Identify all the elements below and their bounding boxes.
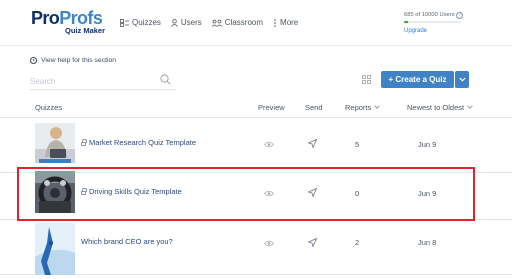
search-input[interactable]: [30, 72, 150, 91]
nav-more[interactable]: More: [273, 18, 298, 27]
search-icon[interactable]: [160, 74, 171, 85]
user-icon: [171, 18, 178, 27]
create-options-dropdown[interactable]: [455, 71, 469, 88]
top-navigation-bar: ProProfs Quiz Maker Quizzes Users Classr…: [0, 0, 512, 46]
created-date: Jun 9: [418, 140, 437, 149]
quiz-title: Market Research Quiz Template: [89, 138, 196, 147]
proprofs-logo[interactable]: ProProfs Quiz Maker: [31, 8, 105, 35]
quiz-table-header: Quizzes Preview Send Reports Newest to O…: [0, 98, 512, 118]
chevron-down-icon: [458, 77, 466, 82]
nav-users[interactable]: Users: [171, 18, 202, 27]
chevron-down-icon: [467, 103, 473, 109]
more-dots-icon: [274, 18, 276, 27]
upgrade-link[interactable]: Upgrade: [404, 28, 468, 34]
created-date: Jun 8: [418, 238, 437, 247]
logo-product-name: Quiz Maker: [65, 26, 106, 35]
send-plane-icon[interactable]: [308, 238, 317, 247]
quiz-thumbnail[interactable]: [35, 123, 75, 163]
column-preview: Preview: [258, 103, 285, 112]
selection-highlight-box: [17, 167, 475, 221]
nav-classroom[interactable]: Classroom: [211, 18, 264, 27]
column-reports[interactable]: Reports: [345, 103, 381, 112]
preview-eye-icon[interactable]: [264, 141, 274, 148]
lock-icon: [81, 138, 87, 146]
report-count[interactable]: 2: [355, 238, 359, 247]
table-row[interactable]: Which brand CEO are you? 2 Jun 8: [0, 221, 512, 275]
create-quiz-button[interactable]: + Create a Quiz: [381, 71, 454, 88]
nav-users-label: Users: [180, 18, 202, 27]
classroom-icon: [211, 19, 222, 27]
man-with-laptop-image: [35, 123, 75, 163]
search-box: [30, 71, 176, 91]
play-circle-icon: [30, 57, 37, 64]
nav-more-label: More: [280, 18, 299, 27]
quiz-title: Which brand CEO are you?: [81, 237, 173, 246]
column-reports-label: Reports: [345, 103, 372, 112]
report-count[interactable]: 5: [355, 140, 359, 149]
sort-order-label: Newest to Oldest: [407, 103, 465, 112]
blue-abstract-image: [35, 223, 75, 275]
usage-progress-bar: [404, 21, 461, 23]
grid-view-icon[interactable]: [362, 75, 371, 84]
help-question-icon[interactable]: ?: [456, 12, 463, 19]
usage-progress-fill: [404, 21, 408, 23]
column-send: Send: [305, 103, 323, 112]
sort-caret-icon: [374, 103, 381, 109]
nav-quizzes-label: Quizzes: [132, 18, 161, 27]
sort-order-dropdown[interactable]: Newest to Oldest: [407, 103, 473, 112]
quiz-grid-icon: [120, 18, 129, 27]
column-quizzes: Quizzes: [35, 103, 63, 112]
logo-wordmark: ProProfs: [31, 8, 103, 28]
nav-classroom-label: Classroom: [224, 18, 264, 27]
quiz-title-link[interactable]: Which brand CEO are you?: [81, 237, 173, 246]
main-nav: Quizzes Users Classroom More: [120, 18, 308, 27]
quiz-thumbnail[interactable]: [35, 223, 75, 275]
send-plane-icon[interactable]: [308, 139, 317, 148]
view-help-link[interactable]: View help for this section: [30, 57, 116, 64]
preview-eye-icon[interactable]: [264, 240, 274, 247]
view-help-label: View help for this section: [41, 57, 117, 64]
quiz-title-link[interactable]: Market Research Quiz Template: [81, 138, 196, 147]
nav-quizzes[interactable]: Quizzes: [120, 18, 161, 27]
table-row[interactable]: Market Research Quiz Template 5 Jun 9: [0, 119, 512, 173]
